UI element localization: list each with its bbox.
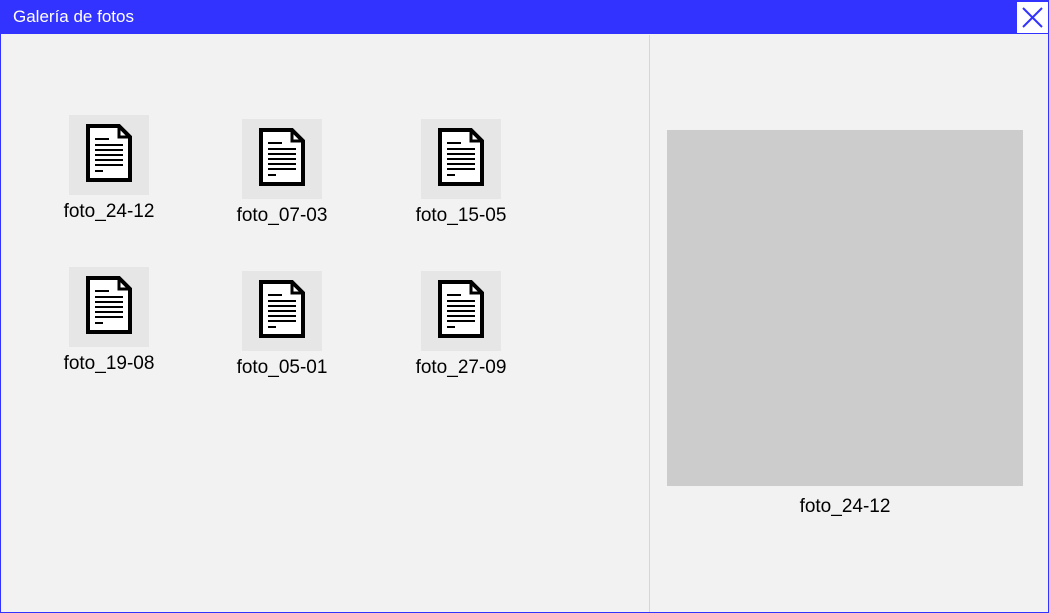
thumbnail-label: foto_27-09 [415, 357, 507, 378]
thumbnail-icon-box [421, 271, 501, 351]
thumbnail-item[interactable]: foto_15-05 [396, 119, 526, 229]
preview-label: foto_24-12 [799, 496, 891, 517]
title-bar: Galería de fotos [1, 1, 1048, 34]
window-title: Galería de fotos [13, 7, 134, 26]
close-button[interactable] [1017, 2, 1048, 33]
thumbnail-icon-box [242, 271, 322, 351]
thumbnail-item[interactable]: foto_05-01 [217, 271, 347, 381]
document-icon [438, 280, 484, 338]
pane-divider[interactable] [649, 35, 650, 612]
thumbnail-icon-box [421, 119, 501, 199]
photo-gallery-window: Galería de fotos foto_24-12 foto_07-03 f… [0, 0, 1049, 613]
preview-image [667, 130, 1023, 486]
close-icon [1022, 7, 1043, 28]
thumbnail-icon-box [69, 267, 149, 347]
document-icon [438, 128, 484, 186]
document-icon [259, 280, 305, 338]
thumbnail-label: foto_24-12 [63, 201, 155, 222]
thumbnail-icon-box [69, 115, 149, 195]
thumbnail-label: foto_07-03 [236, 205, 328, 226]
document-icon [86, 276, 132, 334]
thumbnail-label: foto_15-05 [415, 205, 507, 226]
thumbnail-item[interactable]: foto_19-08 [44, 267, 174, 377]
thumbnail-label: foto_05-01 [236, 357, 328, 378]
document-icon [86, 124, 132, 182]
content-area: foto_24-12 foto_07-03 foto_15-05 foto_19… [1, 35, 1048, 612]
document-icon [259, 128, 305, 186]
thumbnail-icon-box [242, 119, 322, 199]
thumbnail-item[interactable]: foto_24-12 [44, 115, 174, 225]
thumbnail-item[interactable]: foto_07-03 [217, 119, 347, 229]
thumbnail-label: foto_19-08 [63, 353, 155, 374]
thumbnail-item[interactable]: foto_27-09 [396, 271, 526, 381]
